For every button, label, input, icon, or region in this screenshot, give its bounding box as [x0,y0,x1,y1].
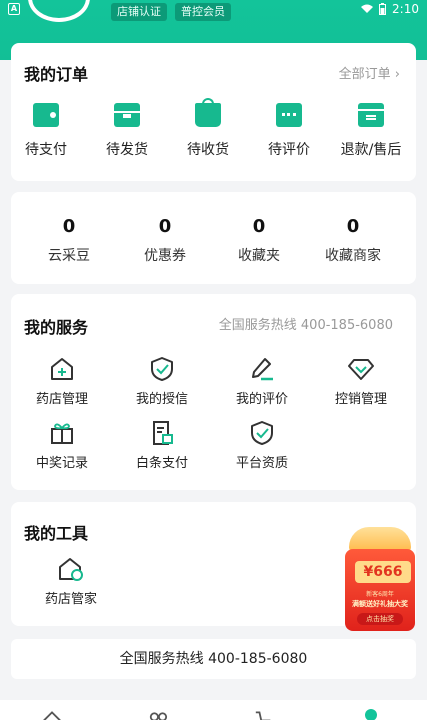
services-title: 我的服务 [24,318,89,337]
tool-pharmacy-steward[interactable]: 药店管家 [21,556,121,607]
pen-icon [252,358,273,381]
lucky-draw-promo[interactable]: ¥666 新客6周年 满额送好礼抽大奖 点击抽奖 [343,527,417,635]
order-pending-receive[interactable]: 待收货 [168,98,248,159]
gift-icon [51,423,73,444]
service-label: 控销管理 [334,392,387,407]
stat-favorite-shops[interactable]: 0 收藏商家 [303,216,403,265]
order-label: 退款/售后 [340,142,402,158]
shopping-bag-icon [195,98,221,127]
shield-check-icon [151,357,173,381]
service-label: 我的授信 [135,392,188,407]
tool-label: 药店管家 [44,592,97,607]
store-certified-badge[interactable]: 店铺认证 [111,3,167,21]
home-icon[interactable] [42,708,62,720]
order-pending-review[interactable]: 待评价 [249,103,329,159]
stat-value: 0 [346,216,360,237]
service-pharmacy-management[interactable]: 药店管理 [12,356,112,407]
bill-icon [153,421,173,445]
order-refund[interactable]: 退款/售后 [331,103,411,159]
order-pending-ship[interactable]: 待发货 [87,103,167,159]
service-hotline[interactable]: 全国服务热线 400-185-6080 [219,314,393,333]
service-credit-pay[interactable]: 白条支付 [112,420,212,471]
clock: 2:10 [392,2,419,16]
service-label: 我的评价 [235,392,288,407]
orders-card: 我的订单 全部订单 › 待支付 待发货 待收货 待评价 退款/售后 [11,43,416,181]
battery-icon [379,3,387,15]
refund-icon [358,103,384,127]
stat-beans[interactable]: 0 云采豆 [19,216,119,265]
promo-line2: 满额送好礼抽大奖 [352,600,408,608]
stat-favorites[interactable]: 0 收藏夹 [209,216,309,265]
stat-label: 云采豆 [48,248,90,264]
service-label: 白条支付 [135,456,188,471]
services-card: 我的服务 全国服务热线 400-185-6080 药店管理 我的授信 我的评价 … [11,294,416,490]
stat-label: 优惠券 [144,248,186,264]
diamond-icon [348,359,374,380]
service-label: 中奖记录 [35,456,88,471]
all-orders-link[interactable]: 全部订单 › [339,63,400,82]
service-qualifications[interactable]: 平台资质 [212,420,312,471]
stat-value: 0 [158,216,172,237]
service-reviews[interactable]: 我的评价 [212,356,312,407]
stat-label: 收藏商家 [325,248,381,264]
service-credit[interactable]: 我的授信 [112,356,212,407]
stat-value: 0 [252,216,266,237]
certified-icon [251,421,273,445]
member-badge[interactable]: 普控会员 [175,3,231,21]
assets-card: 0 云采豆 0 优惠券 0 收藏夹 0 收藏商家 [11,192,416,284]
stat-label: 收藏夹 [238,248,280,264]
service-label: 平台资质 [235,456,288,471]
profile-icon[interactable] [365,709,377,720]
order-pending-payment[interactable]: 待支付 [6,103,86,159]
order-label: 待支付 [25,142,67,158]
stat-coupons[interactable]: 0 优惠券 [115,216,215,265]
order-label: 待发货 [106,142,148,158]
store-gear-icon [59,558,83,581]
app-badge-icon: A [8,3,20,15]
orders-title: 我的订单 [24,65,89,84]
wallet-icon [33,103,59,127]
service-prize-records[interactable]: 中奖记录 [12,420,112,471]
wifi-icon [361,4,374,13]
service-label: 药店管理 [35,392,88,407]
footer-hotline[interactable]: 全国服务热线 400-185-6080 [11,639,416,679]
promo-body: ¥666 新客6周年 满额送好礼抽大奖 点击抽奖 [345,549,415,631]
category-icon[interactable] [148,708,168,720]
tools-title: 我的工具 [24,524,89,543]
promo-draw-button[interactable]: 点击抽奖 [357,613,403,625]
package-icon [114,103,140,127]
service-sales-control[interactable]: 控销管理 [311,356,411,407]
order-label: 待收货 [187,142,229,158]
stat-value: 0 [62,216,76,237]
order-label: 待评价 [268,142,310,158]
cart-icon[interactable] [254,708,274,720]
promo-line1: 新客6周年 [366,591,394,598]
comment-icon [276,103,302,127]
promo-amount: ¥666 [355,561,411,583]
bottom-tab-bar [0,700,427,720]
pharmacy-icon [51,358,73,380]
